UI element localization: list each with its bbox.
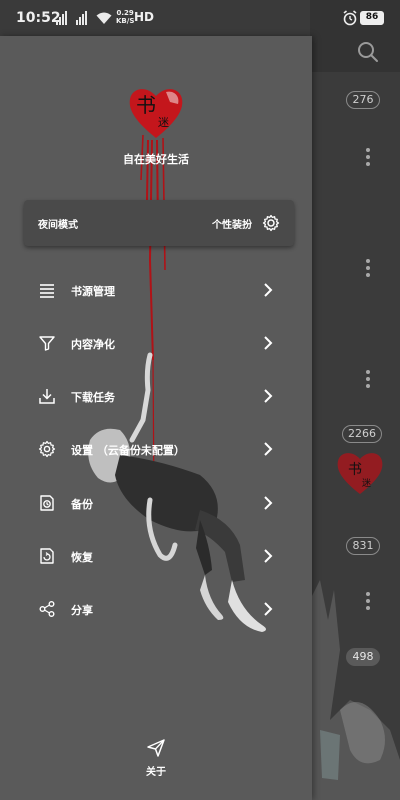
unread-count-badge: 276 bbox=[346, 91, 380, 109]
menu-item-label: 分享 bbox=[71, 604, 93, 617]
settings-icon bbox=[38, 440, 56, 458]
menu-item-content-filter[interactable]: 内容净化 bbox=[0, 322, 312, 366]
menu-item-label: 书源管理 bbox=[71, 285, 115, 298]
app-logo-heart-icon: 书 迷 bbox=[129, 89, 183, 138]
menu-item-label: 内容净化 bbox=[71, 338, 115, 351]
theme-button[interactable]: 个性装扮 bbox=[212, 216, 252, 231]
chevron-right-icon bbox=[264, 496, 273, 510]
more-options-icon[interactable] bbox=[364, 146, 372, 168]
background-illustration bbox=[310, 580, 400, 800]
chevron-right-icon bbox=[264, 336, 273, 350]
menu-item-label: 设置 （云备份未配置） bbox=[71, 444, 185, 457]
menu-item-share[interactable]: 分享 bbox=[0, 588, 312, 632]
share-icon bbox=[39, 601, 55, 617]
svg-text:书: 书 bbox=[348, 462, 362, 478]
search-icon[interactable] bbox=[356, 40, 380, 64]
more-options-icon[interactable] bbox=[364, 368, 372, 390]
menu-item-settings[interactable]: 设置 （云备份未配置） bbox=[0, 428, 312, 472]
list-icon bbox=[40, 284, 54, 298]
unread-count-badge: 2266 bbox=[342, 425, 382, 443]
menu-item-label: 下载任务 bbox=[71, 391, 115, 404]
book-cover-heart-icon: 书 迷 bbox=[337, 453, 383, 494]
svg-text:迷: 迷 bbox=[158, 116, 169, 129]
about-button[interactable]: 关于 bbox=[130, 738, 182, 782]
about-label: 关于 bbox=[146, 767, 166, 778]
chevron-right-icon bbox=[264, 442, 273, 456]
navigation-drawer-panel: 书 迷 自在美好生活 夜间模式 个性装扮 书源管理 内容净化 下载任务 设置 （… bbox=[0, 0, 312, 800]
mode-card: 夜间模式 个性装扮 bbox=[24, 200, 294, 246]
svg-text:迷: 迷 bbox=[362, 477, 371, 489]
chevron-right-icon bbox=[264, 389, 273, 403]
gear-icon[interactable] bbox=[262, 214, 280, 232]
night-mode-toggle[interactable]: 夜间模式 bbox=[38, 216, 78, 231]
menu-item-book-sources[interactable]: 书源管理 bbox=[0, 269, 312, 313]
menu-item-label: 备份 bbox=[71, 498, 93, 511]
send-icon bbox=[147, 739, 165, 757]
app-slogan: 自在美好生活 bbox=[123, 153, 189, 166]
alarm-icon bbox=[343, 10, 357, 26]
chevron-right-icon bbox=[264, 549, 273, 563]
menu-item-restore[interactable]: 恢复 bbox=[0, 535, 312, 579]
chevron-right-icon bbox=[264, 283, 273, 297]
chevron-right-icon bbox=[264, 602, 273, 616]
battery-indicator: 86 bbox=[360, 11, 384, 25]
menu-item-label: 恢复 bbox=[71, 551, 93, 564]
restore-icon bbox=[40, 548, 54, 564]
download-icon bbox=[39, 389, 55, 404]
menu-item-backup[interactable]: 备份 bbox=[0, 482, 312, 526]
unread-count-badge: 831 bbox=[346, 537, 380, 555]
backup-icon bbox=[40, 495, 54, 511]
filter-icon bbox=[39, 336, 55, 351]
svg-text:书: 书 bbox=[136, 93, 156, 117]
menu-item-downloads[interactable]: 下载任务 bbox=[0, 375, 312, 419]
more-options-icon[interactable] bbox=[364, 257, 372, 279]
